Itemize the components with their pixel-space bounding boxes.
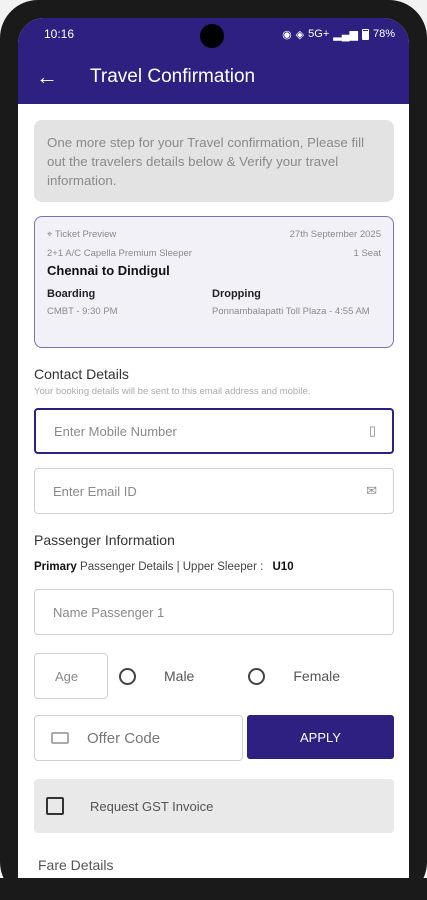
network-label: 5G+	[308, 28, 330, 40]
male-label: Male	[164, 668, 195, 684]
boarding-value: CMBT - 9:30 PM	[47, 306, 118, 317]
seat-count: 1 Seat	[353, 248, 381, 259]
mobile-number-input[interactable]: Enter Mobile Number ▯	[34, 408, 394, 454]
email-input[interactable]: Enter Email ID ✉	[34, 468, 394, 514]
dropping-section: Dropping Ponnambalapatti Toll Plaza - 4:…	[212, 288, 381, 318]
age-input[interactable]: Age	[34, 653, 108, 699]
name-placeholder: Name Passenger 1	[53, 604, 165, 620]
female-radio[interactable]	[248, 667, 266, 685]
male-radio[interactable]	[119, 667, 136, 685]
ticket-preview-card: ⌖ Ticket Preview 27th September 2025 2+1…	[34, 216, 394, 348]
route-title: Chennai to Dindigul	[47, 263, 170, 278]
eye-icon: ◉	[282, 28, 292, 41]
app-bar: ← Travel Confirmation	[18, 50, 409, 104]
boarding-label: Boarding	[47, 288, 96, 300]
info-banner: One more step for your Travel confirmati…	[34, 120, 394, 202]
status-time: 10:16	[44, 27, 75, 41]
mobile-placeholder: Enter Mobile Number	[54, 423, 177, 439]
bus-icon: ⌖	[47, 229, 53, 240]
boarding-section: Boarding CMBT - 9:30 PM	[47, 288, 212, 318]
bus-type: 2+1 A/C Capella Premium Sleeper	[47, 248, 192, 259]
battery-percent: 78%	[372, 28, 395, 40]
offer-code-input[interactable]: Offer Code	[34, 715, 243, 761]
camera-cutout	[200, 24, 224, 48]
age-gender-row: Age Male Female	[34, 653, 394, 699]
ticket-date: 27th September 2025	[289, 229, 381, 240]
phone-bottom-bezel	[0, 878, 427, 900]
page-title: Travel Confirmation	[90, 66, 256, 87]
main-content: One more step for your Travel confirmati…	[18, 104, 409, 873]
contact-details-title: Contact Details	[34, 366, 129, 382]
passenger-info-title: Passenger Information	[34, 532, 175, 548]
back-arrow-icon[interactable]: ←	[36, 64, 76, 90]
offer-row: Offer Code APPLY	[34, 715, 394, 761]
fare-details-title: Fare Details	[38, 857, 114, 873]
female-label: Female	[293, 668, 341, 684]
battery-icon	[361, 28, 369, 40]
status-icons: ◉ ◈ 5G+ ▂▄▆ 78%	[282, 28, 395, 41]
gst-label: Request GST Invoice	[90, 798, 214, 814]
ticket-preview-label: ⌖ Ticket Preview	[47, 229, 117, 240]
ticket-icon	[51, 732, 69, 744]
email-placeholder: Enter Email ID	[53, 483, 137, 499]
status-bar: 10:16 ◉ ◈ 5G+ ▂▄▆ 78%	[18, 18, 409, 50]
screen: 10:16 ◉ ◈ 5G+ ▂▄▆ 78% ← Travel Confirmat…	[18, 18, 409, 878]
gst-invoice-row[interactable]: Request GST Invoice	[34, 779, 394, 833]
apply-button[interactable]: APPLY	[247, 715, 394, 759]
dropping-label: Dropping	[212, 288, 261, 300]
mail-icon: ✉	[366, 483, 377, 498]
phone-frame: 10:16 ◉ ◈ 5G+ ▂▄▆ 78% ← Travel Confirmat…	[0, 0, 427, 900]
gst-checkbox[interactable]	[46, 797, 64, 815]
dropping-value: Ponnambalapatti Toll Plaza - 4:55 AM	[212, 306, 370, 317]
phone-icon: ▯	[368, 423, 376, 438]
primary-passenger-line: Primary Passenger Details | Upper Sleepe…	[34, 561, 294, 573]
wifi-icon: ◈	[295, 28, 305, 41]
passenger-name-input[interactable]: Name Passenger 1	[34, 589, 394, 635]
signal-icon: ▂▄▆	[333, 28, 358, 41]
contact-details-subtitle: Your booking details will be sent to thi…	[34, 386, 311, 397]
